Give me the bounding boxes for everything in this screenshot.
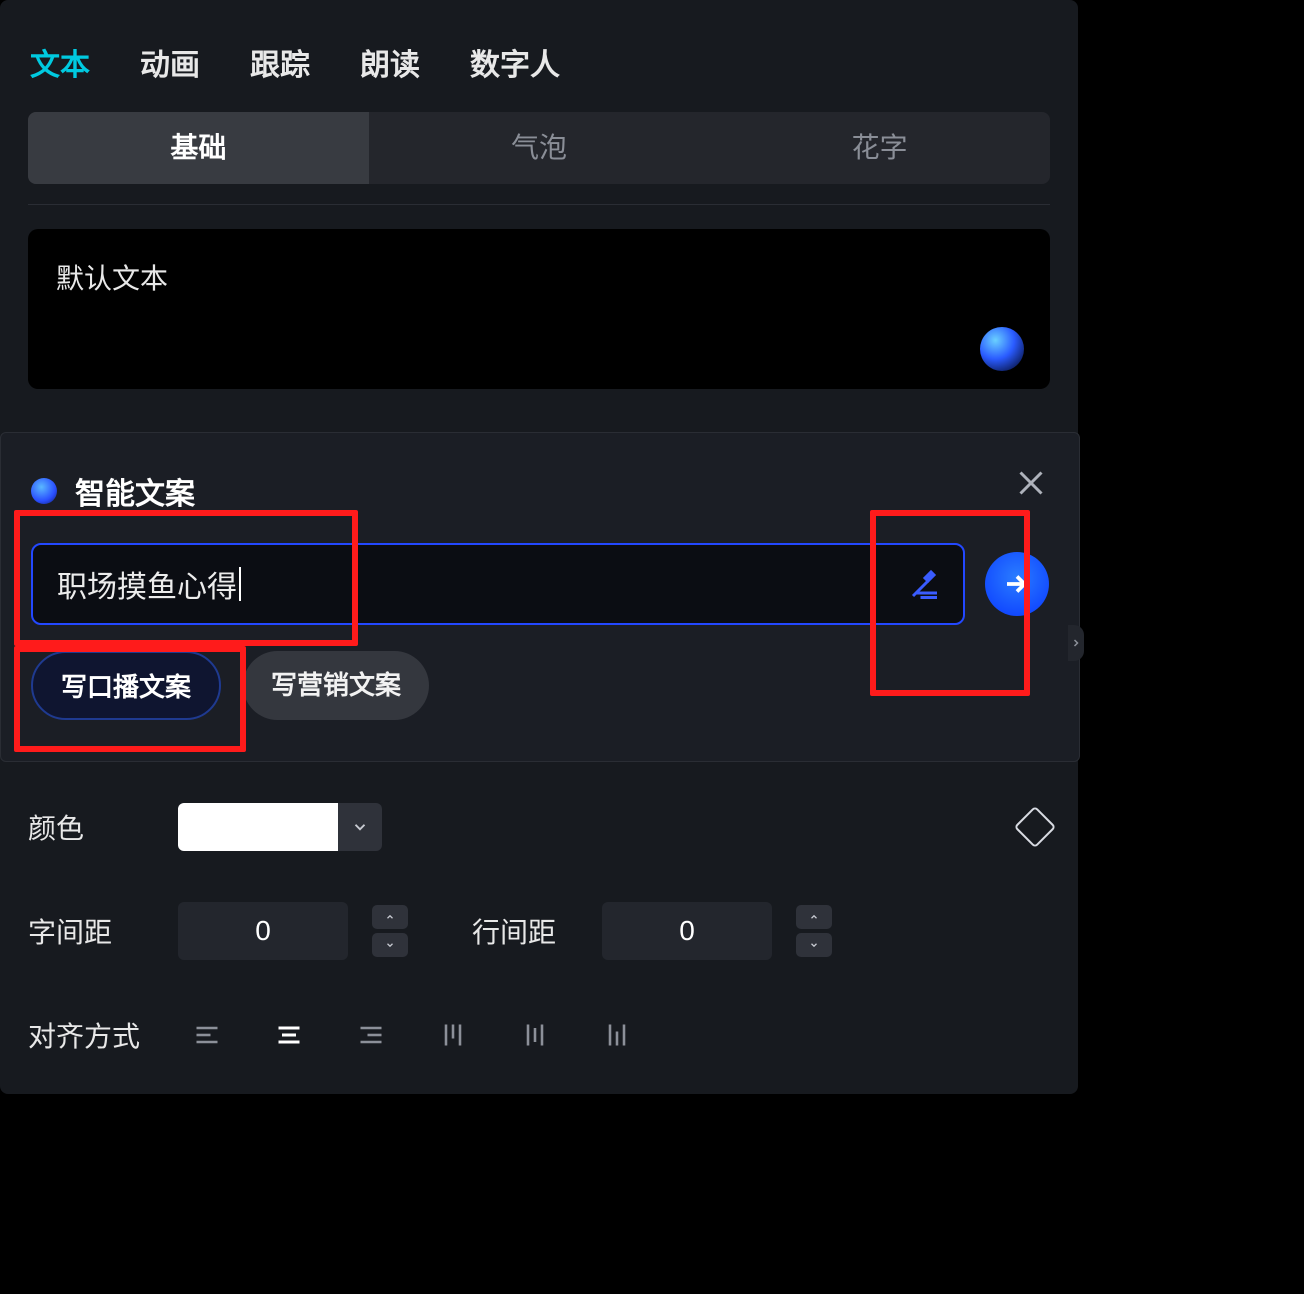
align-vertical-bottom-icon[interactable] bbox=[588, 1011, 646, 1059]
tab-text[interactable]: 文本 bbox=[30, 40, 90, 84]
ai-prompt-input[interactable]: 职场摸鱼心得 bbox=[31, 543, 965, 625]
align-center-icon[interactable] bbox=[260, 1011, 318, 1059]
keyframe-diamond-icon[interactable] bbox=[1014, 806, 1056, 848]
ai-prompt-value: 职场摸鱼心得 bbox=[57, 562, 237, 606]
align-label: 对齐方式 bbox=[28, 1015, 178, 1055]
letter-spacing-label: 字间距 bbox=[28, 911, 178, 951]
top-tabs: 文本 动画 跟踪 朗读 数字人 bbox=[0, 0, 1078, 112]
line-spacing-label: 行间距 bbox=[472, 911, 602, 951]
chip-marketing-copy[interactable]: 写营销文案 bbox=[243, 651, 429, 720]
color-dropdown-button[interactable] bbox=[338, 803, 382, 851]
ai-panel-header: 智能文案 bbox=[31, 469, 1049, 513]
chip-script-copy[interactable]: 写口播文案 bbox=[31, 651, 221, 720]
align-right-icon[interactable] bbox=[342, 1011, 400, 1059]
ai-input-row: 职场摸鱼心得 bbox=[31, 543, 1049, 625]
subtab-fancy[interactable]: 花字 bbox=[709, 112, 1050, 184]
magic-wand-icon[interactable] bbox=[907, 566, 943, 602]
panel-collapse-handle[interactable] bbox=[1068, 625, 1084, 661]
divider bbox=[28, 204, 1050, 205]
ai-template-chips: 写口播文案 写营销文案 bbox=[31, 651, 1049, 720]
stepper-down-icon[interactable] bbox=[372, 933, 408, 957]
ai-copywriting-panel: 智能文案 职场摸鱼心得 写口播文案 写营销文案 bbox=[0, 432, 1080, 762]
ai-submit-button[interactable] bbox=[985, 552, 1049, 616]
line-spacing-stepper bbox=[796, 902, 832, 960]
subtab-bubble[interactable]: 气泡 bbox=[369, 112, 710, 184]
text-content-input[interactable]: 默认文本 bbox=[28, 229, 1050, 389]
letter-spacing-stepper bbox=[372, 902, 408, 960]
color-swatch[interactable] bbox=[178, 803, 338, 851]
tab-animation[interactable]: 动画 bbox=[140, 40, 200, 84]
align-vertical-top-icon[interactable] bbox=[424, 1011, 482, 1059]
spacing-row: 字间距 0 行间距 0 bbox=[28, 899, 1050, 963]
tab-tracking[interactable]: 跟踪 bbox=[250, 40, 310, 84]
align-left-icon[interactable] bbox=[178, 1011, 236, 1059]
stepper-up-icon[interactable] bbox=[796, 905, 832, 929]
ai-assistant-orb-icon[interactable] bbox=[980, 327, 1024, 371]
text-style-controls: 颜色 字间距 0 行间距 0 bbox=[0, 795, 1078, 1107]
align-row: 对齐方式 bbox=[28, 1003, 1050, 1067]
ai-panel-title: 智能文案 bbox=[75, 469, 195, 513]
subtab-basic[interactable]: 基础 bbox=[28, 112, 369, 184]
letter-spacing-input[interactable]: 0 bbox=[178, 902, 348, 960]
color-label: 颜色 bbox=[28, 807, 178, 847]
line-spacing-input[interactable]: 0 bbox=[602, 902, 772, 960]
stepper-down-icon[interactable] bbox=[796, 933, 832, 957]
ai-orb-icon bbox=[31, 478, 57, 504]
text-content-value: 默认文本 bbox=[56, 263, 168, 294]
tab-digital-human[interactable]: 数字人 bbox=[470, 40, 560, 84]
text-caret bbox=[239, 567, 241, 601]
close-icon[interactable] bbox=[1013, 465, 1049, 501]
tab-tts[interactable]: 朗读 bbox=[360, 40, 420, 84]
text-properties-panel: 文本 动画 跟踪 朗读 数字人 基础 气泡 花字 默认文本 智能文案 职场摸鱼心… bbox=[0, 0, 1078, 1094]
color-row: 颜色 bbox=[28, 795, 1050, 859]
align-vertical-center-icon[interactable] bbox=[506, 1011, 564, 1059]
sub-tabs: 基础 气泡 花字 bbox=[28, 112, 1050, 184]
stepper-up-icon[interactable] bbox=[372, 905, 408, 929]
